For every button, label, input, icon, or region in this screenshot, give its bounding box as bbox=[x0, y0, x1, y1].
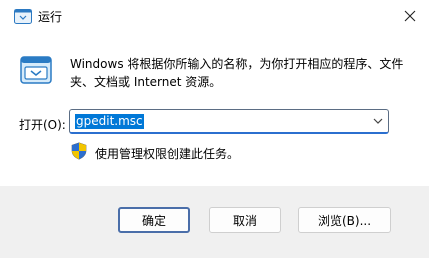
open-combobox[interactable]: gpedit.msc bbox=[69, 109, 389, 134]
cancel-button[interactable]: 取消 bbox=[209, 207, 281, 233]
run-dialog: 运行 Windows 将根据你所输入的名称，为你打开相应的程序、文件夹、文档或 … bbox=[0, 0, 429, 258]
dialog-description: Windows 将根据你所输入的名称，为你打开相应的程序、文件夹、文档或 Int… bbox=[70, 57, 404, 89]
title-bar: 运行 bbox=[0, 0, 429, 32]
open-label: 打开(O): bbox=[19, 118, 66, 132]
uac-shield-icon bbox=[71, 142, 87, 160]
dialog-content: 运行 Windows 将根据你所输入的名称，为你打开相应的程序、文件夹、文档或 … bbox=[0, 0, 429, 186]
run-icon bbox=[14, 9, 32, 24]
chevron-down-icon[interactable] bbox=[370, 113, 386, 129]
close-icon bbox=[404, 10, 416, 22]
cancel-button-label: 取消 bbox=[232, 213, 257, 228]
ok-button[interactable]: 确定 bbox=[118, 207, 190, 233]
browse-button[interactable]: 浏览(B)... bbox=[298, 207, 391, 233]
admin-note: 使用管理权限创建此任务。 bbox=[95, 147, 240, 161]
browse-button-label: 浏览(B)... bbox=[317, 213, 372, 228]
open-input-value[interactable]: gpedit.msc bbox=[75, 114, 144, 129]
run-icon bbox=[20, 56, 52, 84]
ok-button-label: 确定 bbox=[141, 213, 166, 228]
close-button[interactable] bbox=[391, 0, 429, 32]
window-title: 运行 bbox=[38, 10, 63, 24]
